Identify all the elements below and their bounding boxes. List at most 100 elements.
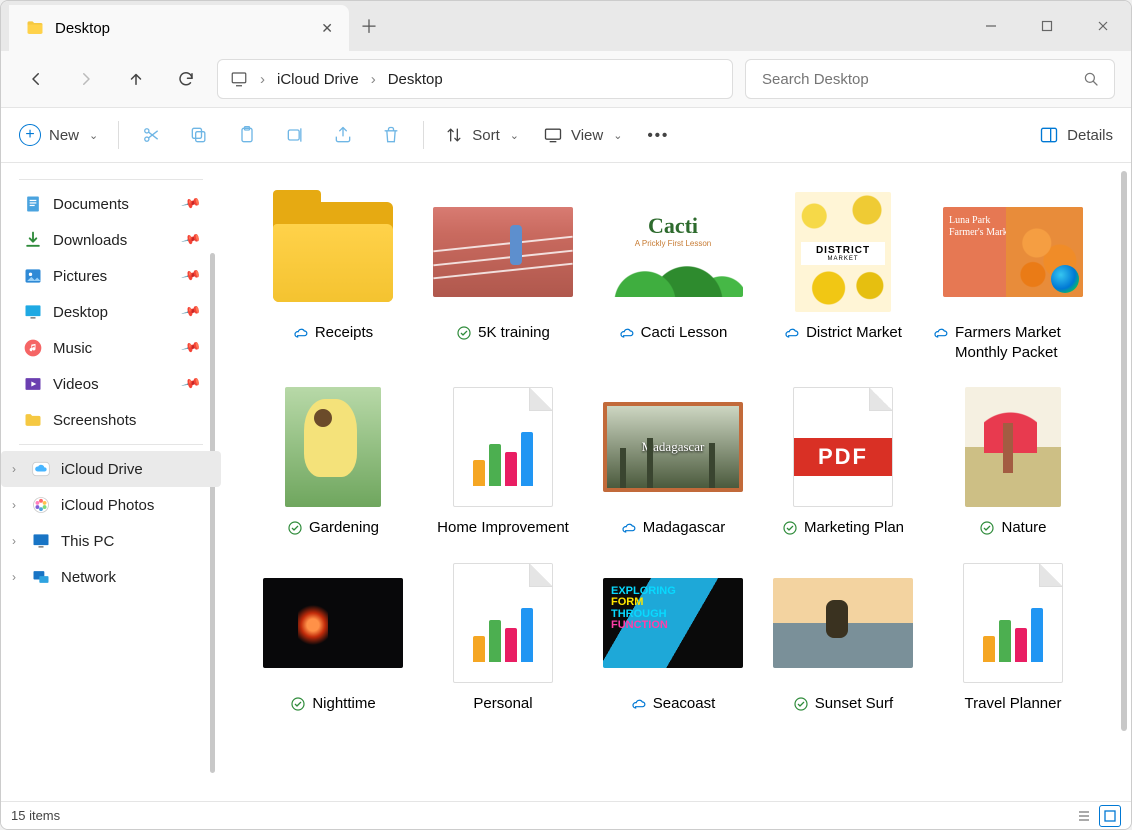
item-district-market[interactable]: DISTRICT MARKET District Market (759, 187, 927, 362)
cloud-status-icon (933, 325, 949, 341)
sidebar-item-thispc[interactable]: › This PC (1, 523, 221, 559)
pin-icon: 📌 (180, 337, 202, 359)
tab-title: Desktop (55, 20, 311, 37)
item-5k-training[interactable]: 5K training (419, 187, 587, 362)
search-input[interactable] (760, 70, 1082, 89)
copy-button[interactable] (177, 115, 221, 155)
back-button[interactable] (17, 60, 55, 98)
up-button[interactable] (117, 60, 155, 98)
icons-view-toggle[interactable] (1099, 805, 1121, 827)
cut-button[interactable] (129, 115, 173, 155)
item-receipts[interactable]: Receipts (249, 187, 417, 362)
arrow-left-icon (27, 70, 45, 88)
sidebar-label: Network (61, 569, 116, 586)
sidebar-item-iclouddrive[interactable]: › iCloud Drive (1, 451, 221, 487)
item-madagascar[interactable]: Madagascar Madagascar (589, 382, 757, 538)
item-farmers-market[interactable]: Luna ParkFarmer's Market Farmers Market … (929, 187, 1097, 362)
copy-icon (189, 125, 209, 145)
item-label: Marketing Plan (804, 518, 904, 538)
minimize-button[interactable] (963, 1, 1019, 51)
cloud-status-icon (621, 520, 637, 536)
content-scrollbar[interactable] (1121, 171, 1127, 731)
item-marketing-plan[interactable]: PDF Marketing Plan (759, 382, 927, 538)
sidebar-label: iCloud Photos (61, 497, 154, 514)
item-label: District Market (806, 323, 902, 343)
cloud-status-icon (784, 325, 800, 341)
chevron-right-icon: › (260, 71, 265, 88)
sort-button[interactable]: Sort ⌄ (434, 115, 529, 155)
separator (423, 121, 424, 149)
chevron-right-icon: › (7, 570, 21, 584)
list-lines-icon (1077, 809, 1091, 823)
thumbnail (453, 563, 553, 683)
sidebar-item-network[interactable]: › Network (1, 559, 221, 595)
item-cacti-lesson[interactable]: Cacti A Prickly First Lesson Cacti Lesso… (589, 187, 757, 362)
icloud-photos-icon (31, 495, 51, 515)
item-seacoast[interactable]: EXPLORING FORM THROUGH FUNCTION Seacoast (589, 558, 757, 714)
item-label: Seacoast (653, 694, 716, 714)
new-button[interactable]: + New ⌄ (9, 115, 108, 155)
item-personal[interactable]: Personal (419, 558, 587, 714)
item-sunset-surf[interactable]: Sunset Surf (759, 558, 927, 714)
pin-icon: 📌 (180, 193, 202, 215)
sidebar-item-desktop[interactable]: Desktop 📌 (1, 294, 221, 330)
share-button[interactable] (321, 115, 365, 155)
view-label: View (571, 127, 603, 144)
sidebar-label: Documents (53, 196, 129, 213)
item-home-improvement[interactable]: Home Improvement (419, 382, 587, 538)
cloud-status-icon (619, 325, 635, 341)
item-label: Sunset Surf (815, 694, 893, 714)
thumbnail: PDF (793, 387, 893, 507)
sidebar-item-documents[interactable]: Documents 📌 (1, 186, 221, 222)
sidebar-item-downloads[interactable]: Downloads 📌 (1, 222, 221, 258)
maximize-button[interactable] (1019, 1, 1075, 51)
arrow-right-icon (77, 70, 95, 88)
sidebar-item-music[interactable]: Music 📌 (1, 330, 221, 366)
paste-button[interactable] (225, 115, 269, 155)
active-tab[interactable]: Desktop ✕ (9, 5, 349, 51)
separator (118, 121, 119, 149)
toolbar: + New ⌄ Sort ⌄ View (1, 107, 1131, 163)
sidebar-item-pictures[interactable]: Pictures 📌 (1, 258, 221, 294)
forward-button[interactable] (67, 60, 105, 98)
close-tab-icon[interactable]: ✕ (321, 20, 333, 37)
grid-icon (1103, 809, 1117, 823)
check-status-icon (287, 520, 303, 536)
sidebar-item-screenshots[interactable]: Screenshots (1, 402, 221, 438)
pin-icon: 📌 (180, 373, 202, 395)
item-label: Nighttime (312, 694, 375, 714)
breadcrumb-seg-1[interactable]: iCloud Drive (277, 71, 359, 88)
pc-icon (31, 531, 51, 551)
search-bar[interactable] (745, 59, 1115, 99)
edge-badge-icon (1051, 265, 1079, 293)
more-button[interactable]: ••• (636, 115, 680, 155)
thumbnail (263, 578, 403, 668)
refresh-button[interactable] (167, 60, 205, 98)
sidebar-item-videos[interactable]: Videos 📌 (1, 366, 221, 402)
thumbnail: Madagascar (603, 402, 743, 492)
item-count: 15 items (11, 808, 60, 823)
item-gardening[interactable]: Gardening (249, 382, 417, 538)
item-label: Cacti Lesson (641, 323, 728, 343)
breadcrumb-seg-2[interactable]: Desktop (388, 71, 443, 88)
item-nighttime[interactable]: Nighttime (249, 558, 417, 714)
check-status-icon (456, 325, 472, 341)
arrow-up-icon (127, 70, 145, 88)
delete-button[interactable] (369, 115, 413, 155)
view-icon (543, 125, 563, 145)
address-bar[interactable]: › iCloud Drive › Desktop (217, 59, 733, 99)
videos-icon (23, 374, 43, 394)
icloud-icon (31, 459, 51, 479)
ellipsis-icon: ••• (648, 127, 670, 144)
item-nature[interactable]: Nature (929, 382, 1097, 538)
item-travel-planner[interactable]: Travel Planner (929, 558, 1097, 714)
rename-button[interactable] (273, 115, 317, 155)
new-tab-button[interactable]: ＋ (349, 1, 389, 51)
pin-icon: 📌 (180, 265, 202, 287)
details-view-toggle[interactable] (1073, 805, 1095, 827)
details-pane-button[interactable]: Details (1029, 115, 1123, 155)
folder-icon (273, 202, 393, 302)
sidebar-item-icloudphotos[interactable]: › iCloud Photos (1, 487, 221, 523)
close-window-button[interactable] (1075, 1, 1131, 51)
view-button[interactable]: View ⌄ (533, 115, 632, 155)
